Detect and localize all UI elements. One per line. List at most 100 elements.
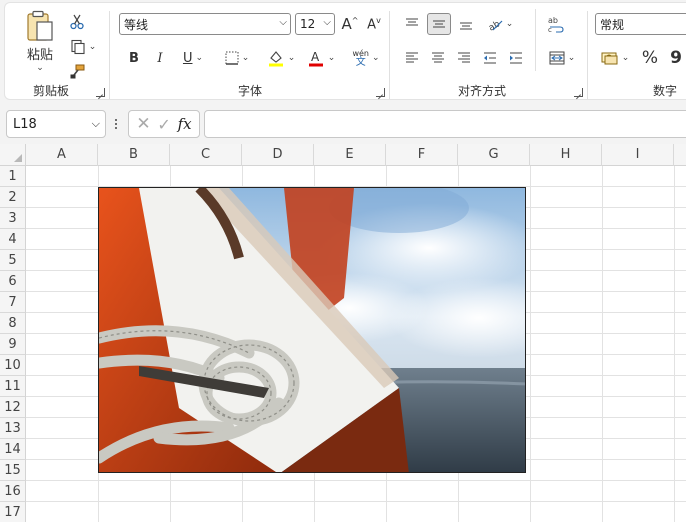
borders-button[interactable]: ⌄ bbox=[219, 47, 255, 69]
bold-button[interactable]: B bbox=[123, 47, 145, 69]
fill-color-button[interactable]: ⌄ bbox=[263, 47, 299, 69]
row-header[interactable]: 17 bbox=[0, 502, 26, 522]
paste-label: 粘贴 bbox=[26, 47, 53, 63]
chevron-down-icon: ⌄ bbox=[567, 53, 576, 63]
row-header[interactable]: 16 bbox=[0, 481, 26, 502]
row-header[interactable]: 4 bbox=[0, 229, 26, 250]
chevron-down-icon: ⌄ bbox=[195, 53, 204, 63]
wrap-text-button[interactable]: ab c bbox=[543, 13, 569, 35]
chevron-down-icon: ⌄ bbox=[241, 53, 250, 63]
alignment-launcher[interactable] bbox=[574, 88, 583, 97]
paste-button[interactable]: 粘贴 ⌄ bbox=[19, 9, 61, 73]
align-left-icon bbox=[406, 52, 418, 63]
column-header-f[interactable]: F bbox=[386, 144, 458, 166]
paste-icon bbox=[27, 10, 53, 41]
cancel-icon[interactable]: ✕ bbox=[136, 114, 150, 134]
number-format-value: 常规 bbox=[600, 17, 625, 32]
italic-button[interactable]: I bbox=[149, 47, 171, 69]
chevron-down-icon: ⌵ bbox=[323, 17, 331, 28]
align-right-icon bbox=[458, 52, 470, 63]
chevron-down-icon: ⌄ bbox=[36, 62, 44, 73]
number-format-combo[interactable]: 常规 bbox=[595, 13, 686, 35]
font-color-icon: A bbox=[308, 50, 323, 67]
percent-icon: % bbox=[641, 48, 659, 68]
row-header[interactable]: 15 bbox=[0, 460, 26, 481]
decrease-indent-icon bbox=[484, 52, 496, 64]
clipboard-group-label: 剪贴板 bbox=[32, 84, 69, 98]
row-header[interactable]: 1 bbox=[0, 166, 26, 187]
align-top-icon bbox=[406, 18, 418, 26]
orientation-button[interactable]: ab ⌄ bbox=[483, 13, 517, 35]
font-size-combo[interactable]: 12 ⌵ bbox=[295, 13, 335, 35]
row-header[interactable]: 5 bbox=[0, 250, 26, 271]
comma-style-button[interactable]: 9 bbox=[665, 47, 686, 69]
select-all-corner[interactable] bbox=[0, 144, 26, 166]
underline-button[interactable]: U ⌄ bbox=[175, 47, 211, 69]
row-header[interactable]: 14 bbox=[0, 439, 26, 460]
insert-function-button[interactable]: fx bbox=[178, 115, 192, 133]
number-group: 常规 ⌄ % 9 数字 bbox=[589, 5, 686, 101]
font-launcher[interactable] bbox=[376, 88, 385, 97]
cut-button[interactable] bbox=[65, 11, 89, 33]
chevron-down-icon: ⌄ bbox=[88, 42, 97, 52]
merge-center-button[interactable]: ⌄ bbox=[543, 47, 581, 69]
row-header[interactable]: 12 bbox=[0, 397, 26, 418]
svg-text:ab: ab bbox=[548, 16, 558, 25]
clipboard-launcher[interactable] bbox=[96, 88, 105, 97]
row-header[interactable]: 10 bbox=[0, 355, 26, 376]
increase-font-button[interactable]: A^ bbox=[339, 13, 361, 35]
svg-text:A: A bbox=[311, 50, 320, 64]
align-right-button[interactable] bbox=[453, 47, 475, 69]
percent-button[interactable]: % bbox=[639, 47, 661, 69]
align-bottom-icon bbox=[460, 22, 472, 30]
font-size-value: 12 bbox=[300, 17, 316, 31]
column-header-e[interactable]: E bbox=[314, 144, 386, 166]
decrease-indent-button[interactable] bbox=[479, 47, 501, 69]
row-header[interactable]: 9 bbox=[0, 334, 26, 355]
confirm-icon[interactable]: ✓ bbox=[157, 115, 170, 134]
column-header-d[interactable]: D bbox=[242, 144, 314, 166]
worksheet-grid[interactable]: A B C D E F G H I 1 2 3 4 5 6 7 8 9 10 1… bbox=[0, 144, 686, 522]
column-header-i[interactable]: I bbox=[602, 144, 674, 166]
accounting-format-button[interactable]: ⌄ bbox=[597, 47, 633, 69]
embedded-picture[interactable] bbox=[98, 187, 526, 473]
row-header[interactable]: 11 bbox=[0, 376, 26, 397]
align-left-button[interactable] bbox=[401, 47, 423, 69]
column-header-h[interactable]: H bbox=[530, 144, 602, 166]
align-middle-icon bbox=[433, 20, 445, 28]
column-header-a[interactable]: A bbox=[26, 144, 98, 166]
row-header[interactable]: 3 bbox=[0, 208, 26, 229]
phonetic-button[interactable]: wén 文 ⌄ bbox=[347, 45, 385, 71]
align-top-button[interactable] bbox=[401, 13, 423, 35]
column-header-c[interactable]: C bbox=[170, 144, 242, 166]
font-name-combo[interactable]: 等线 ⌵ bbox=[119, 13, 291, 35]
column-headers: A B C D E F G H I bbox=[0, 144, 686, 166]
row-header[interactable]: 2 bbox=[0, 187, 26, 208]
name-box-value: L18 bbox=[13, 116, 37, 132]
align-bottom-button[interactable] bbox=[455, 13, 477, 35]
align-middle-button[interactable] bbox=[427, 13, 451, 35]
format-painter-button[interactable] bbox=[65, 61, 89, 83]
chevron-down-icon: ⌵ bbox=[91, 117, 100, 130]
column-header-g[interactable]: G bbox=[458, 144, 530, 166]
formula-bar-grip[interactable] bbox=[114, 114, 118, 134]
name-box[interactable]: L18 ⌵ bbox=[6, 110, 106, 138]
increase-indent-button[interactable] bbox=[505, 47, 527, 69]
row-header[interactable]: 13 bbox=[0, 418, 26, 439]
format-painter-icon bbox=[70, 64, 85, 79]
borders-icon bbox=[225, 51, 239, 65]
column-header-b[interactable]: B bbox=[98, 144, 170, 166]
align-center-button[interactable] bbox=[427, 47, 449, 69]
comma-style-icon: 9 bbox=[670, 48, 682, 68]
copy-button[interactable]: ⌄ bbox=[65, 36, 101, 58]
alignment-group: ab ⌄ ab c ⌄ 对齐方式 bbox=[391, 5, 587, 101]
font-color-button[interactable]: A ⌄ bbox=[303, 47, 339, 69]
row-header[interactable]: 8 bbox=[0, 313, 26, 334]
row-header[interactable]: 7 bbox=[0, 292, 26, 313]
decrease-font-button[interactable]: Av bbox=[363, 13, 385, 35]
chevron-down-icon: ⌄ bbox=[287, 53, 296, 63]
increase-font-icon: A^ bbox=[341, 15, 359, 33]
row-header[interactable]: 6 bbox=[0, 271, 26, 292]
number-group-label: 数字 bbox=[652, 84, 677, 98]
formula-input[interactable] bbox=[204, 110, 686, 138]
